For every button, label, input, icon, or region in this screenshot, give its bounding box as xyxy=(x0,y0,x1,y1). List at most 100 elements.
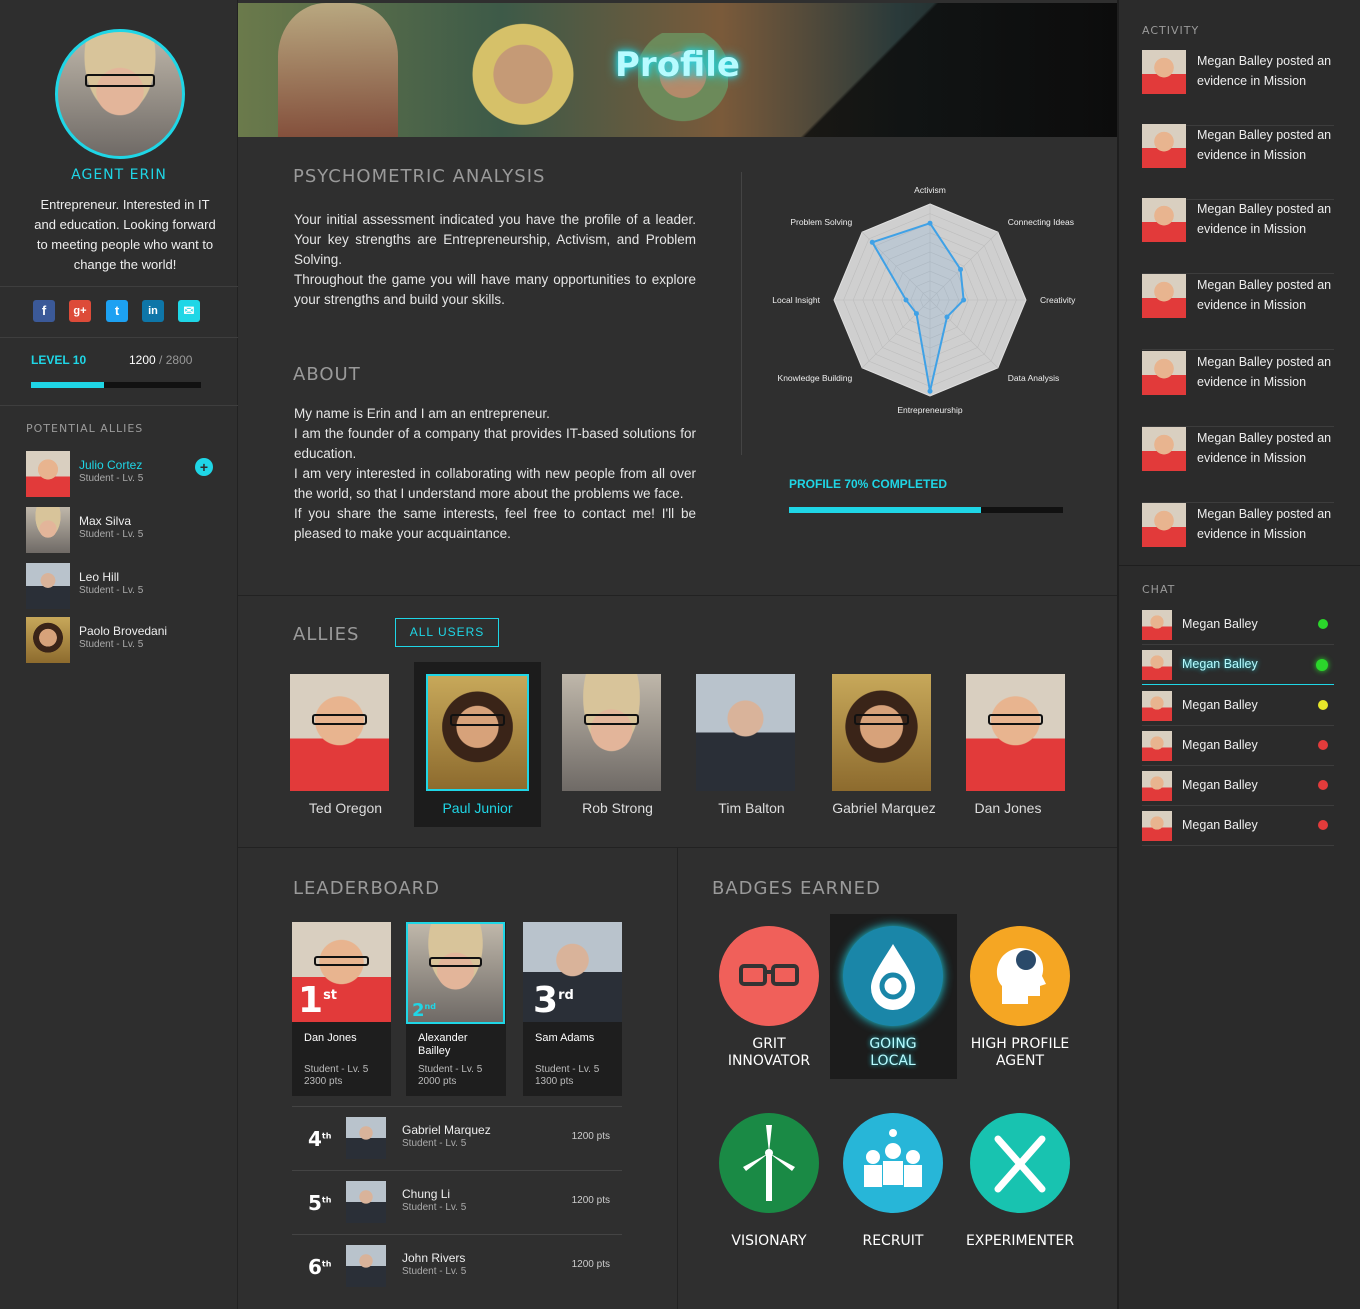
about-line: My name is Erin and I am an entrepreneur… xyxy=(294,406,550,421)
chat-contact[interactable]: Megan Balley xyxy=(1142,726,1334,766)
email-icon[interactable]: ✉ xyxy=(178,300,200,322)
ally-card[interactable]: Dan Jones xyxy=(958,662,1065,827)
leader-name: Alexander Bailley xyxy=(418,1032,468,1057)
wind-turbine-icon-graphic xyxy=(743,1125,795,1201)
activity-item[interactable]: Megan Balley posted an evidence in Missio… xyxy=(1142,50,1334,126)
badge-label-line: INNOVATOR xyxy=(727,1053,811,1069)
chat-name: Megan Balley xyxy=(1182,818,1258,832)
section-divider xyxy=(238,595,1117,596)
chat-contact[interactable]: Megan Balley xyxy=(1142,806,1334,846)
radar-point xyxy=(927,220,933,226)
badge-label-line: GRIT xyxy=(752,1036,786,1052)
activity-line: evidence in Mission xyxy=(1197,375,1307,389)
ally-card[interactable]: Gabriel Marquez xyxy=(824,662,944,827)
all-users-button[interactable]: ALL USERS xyxy=(395,618,499,647)
leaderboard-row[interactable]: 5th Chung Li Student - Lv. 5 1200 pts xyxy=(292,1170,622,1234)
badge-label: EXPERIMENTER xyxy=(965,1233,1075,1249)
radar-point xyxy=(944,314,950,320)
activity-line: Megan Balley posted an xyxy=(1197,54,1332,68)
profile-avatar[interactable] xyxy=(55,29,185,159)
activity-item[interactable]: Megan Balley posted an evidence in Missio… xyxy=(1142,427,1334,503)
water-drop-icon[interactable] xyxy=(843,926,943,1026)
ally-photo xyxy=(696,674,795,791)
activity-item[interactable]: Megan Balley posted an evidence in Missio… xyxy=(1142,124,1334,200)
psychometric-paragraph: Your initial assessment indicated you ha… xyxy=(294,212,696,267)
badge-label: RECRUIT xyxy=(862,1233,924,1249)
activity-item[interactable]: Megan Balley posted an evidence in Missio… xyxy=(1142,351,1334,427)
activity-line: evidence in Mission xyxy=(1197,222,1307,236)
chat-contact[interactable]: Megan Balley xyxy=(1142,766,1334,806)
twitter-icon[interactable]: t xyxy=(106,300,128,322)
profile-completion-label: PROFILE 70% COMPLETED xyxy=(789,477,948,491)
activity-avatar xyxy=(1142,274,1186,318)
radar-axis-label: Creativity xyxy=(1040,295,1076,305)
wind-turbine-icon[interactable] xyxy=(719,1113,819,1213)
radar-axis-label: Entrepreneurship xyxy=(897,405,962,415)
badge-label: VISIONARY xyxy=(731,1233,807,1249)
rank-number: 6 xyxy=(308,1255,322,1279)
left-sidebar: AGENT ERIN Entrepreneur. Interested in I… xyxy=(0,0,238,1309)
potential-ally-item[interactable]: Leo Hill Student - Lv. 5 xyxy=(26,563,226,609)
potential-allies-title: POTENTIAL ALLIES xyxy=(26,422,144,435)
group-icon[interactable] xyxy=(843,1113,943,1213)
activity-item[interactable]: Megan Balley posted an evidence in Missio… xyxy=(1142,198,1334,274)
leaderboard-row[interactable]: 4th Gabriel Marquez Student - Lv. 5 1200… xyxy=(292,1106,622,1170)
water-drop-icon-graphic xyxy=(871,944,915,1010)
radar-point xyxy=(903,297,909,303)
facebook-icon[interactable]: f xyxy=(33,300,55,322)
ally-photo xyxy=(290,674,389,791)
profile-bio: Entrepreneur. Interested in IT and educa… xyxy=(34,197,216,272)
head-idea-icon[interactable] xyxy=(970,926,1070,1026)
leaderboard-row[interactable]: 6th John Rivers Student - Lv. 5 1200 pts xyxy=(292,1234,622,1298)
ally-level: Student - Lv. 5 xyxy=(79,585,144,596)
row-rank: 6th xyxy=(308,1255,331,1279)
chat-contact-selected[interactable]: Megan Balley xyxy=(1142,645,1334,685)
divider xyxy=(1117,565,1360,566)
chat-contact[interactable]: Megan Balley xyxy=(1142,686,1334,726)
row-rank: 4th xyxy=(308,1127,331,1151)
xp-readout: 1200 / 2800 xyxy=(129,353,192,367)
ally-card[interactable]: Rob Strong xyxy=(554,662,681,827)
activity-line: evidence in Mission xyxy=(1197,298,1307,312)
about-title: ABOUT xyxy=(293,364,361,385)
potential-ally-item[interactable]: Paolo Brovedani Student - Lv. 5 xyxy=(26,617,226,663)
fork-knife-icon[interactable] xyxy=(970,1113,1070,1213)
google-plus-icon[interactable]: g+ xyxy=(69,300,91,322)
activity-item[interactable]: Megan Balley posted an evidence in Missio… xyxy=(1142,274,1334,350)
potential-ally-item[interactable]: Julio Cortez Student - Lv. 5 + xyxy=(26,451,226,497)
ally-card-selected[interactable]: Paul Junior xyxy=(414,662,541,827)
add-ally-icon[interactable]: + xyxy=(195,458,213,476)
chat-contact[interactable]: Megan Balley xyxy=(1142,605,1334,645)
ally-card[interactable]: Tim Balton xyxy=(688,662,815,827)
badge-label-line: HIGH PROFILE xyxy=(970,1036,1070,1052)
activity-title: ACTIVITY xyxy=(1142,24,1200,37)
badge-label: GRIT INNOVATOR xyxy=(704,1036,834,1070)
radar-axis-label: Data Analysis xyxy=(1008,373,1060,383)
rank-number: 5 xyxy=(308,1191,322,1215)
ally-avatar xyxy=(26,507,70,553)
chat-title: CHAT xyxy=(1142,583,1176,596)
row-level: Student - Lv. 5 xyxy=(402,1266,467,1277)
activity-line: evidence in Mission xyxy=(1197,527,1307,541)
ally-card[interactable]: Ted Oregon xyxy=(282,662,409,827)
fork-knife-icon-graphic xyxy=(994,1135,1046,1193)
about-line: If you share the same interests, feel fr… xyxy=(294,506,696,541)
linkedin-icon[interactable]: in xyxy=(142,300,164,322)
leaderboard-top-card[interactable]: 3rd Sam Adams Student - Lv. 5 1300 pts xyxy=(523,922,622,1096)
glasses-icon[interactable] xyxy=(719,926,819,1026)
activity-line: Megan Balley posted an xyxy=(1197,278,1332,292)
activity-item[interactable]: Megan Balley posted an evidence in Missio… xyxy=(1142,503,1334,579)
badge-label: GOING LOCAL xyxy=(828,1036,958,1070)
ally-name: Paolo Brovedani xyxy=(79,624,168,638)
head-idea-icon-graphic xyxy=(996,948,1046,1004)
leaderboard-top-card[interactable]: 1st Dan Jones Student - Lv. 5 2300 pts xyxy=(292,922,391,1096)
chat-avatar xyxy=(1142,771,1172,801)
leader-rank: 3rd xyxy=(533,980,574,1021)
badges-title: BADGES EARNED xyxy=(712,878,881,899)
leader-rank: 1st xyxy=(298,980,337,1021)
leaderboard-top-card-current-user[interactable]: 2nd Alexander Bailley Student - Lv. 5 200… xyxy=(406,922,506,1096)
row-points: 1200 pts xyxy=(571,1259,610,1270)
potential-ally-item[interactable]: Max Silva Student - Lv. 5 xyxy=(26,507,226,553)
psychometric-paragraph: Throughout the game you will have many o… xyxy=(294,272,696,307)
glasses-decoration xyxy=(853,713,910,726)
